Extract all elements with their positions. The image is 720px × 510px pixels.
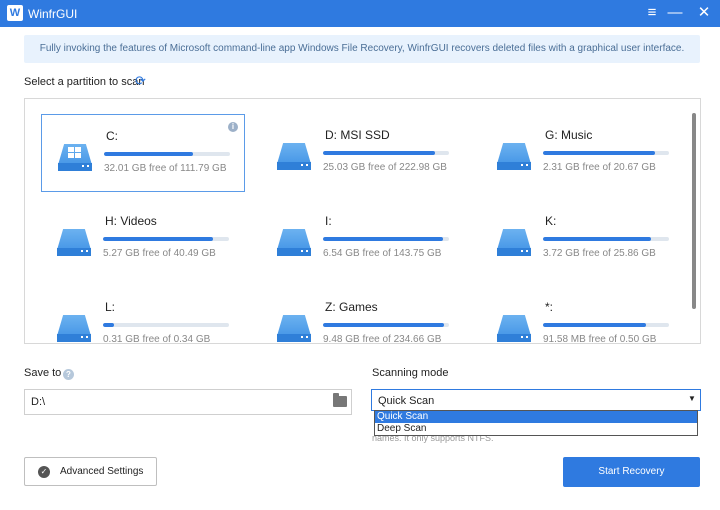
usage-fill [104, 152, 194, 156]
partition-card[interactable]: D: MSI SSD 25.03 GB free of 222.98 GB [261, 114, 465, 192]
scanning-mode-label: Scanning mode [372, 367, 449, 379]
drive-icon [277, 136, 311, 170]
partition-name: D: MSI SSD [325, 128, 390, 142]
partition-name: H: Videos [105, 214, 157, 228]
refresh-icon[interactable]: ⟳ [135, 74, 149, 88]
close-icon[interactable]: ✕ [692, 3, 716, 23]
minimize-icon[interactable]: — [663, 3, 687, 23]
check-circle-icon: ✓ [38, 466, 50, 478]
free-space: 91.58 MB free of 0.50 GB [543, 334, 657, 344]
usage-bar [323, 237, 449, 241]
usage-bar [103, 323, 229, 327]
partition-card[interactable]: Z: Games 9.48 GB free of 234.66 GB [261, 286, 465, 344]
partition-name: C: [106, 129, 118, 143]
scanning-mode-dropdown: Quick Scan Deep Scan [374, 410, 698, 436]
save-to-field[interactable] [24, 389, 352, 415]
free-space: 5.27 GB free of 40.49 GB [103, 248, 216, 259]
start-recovery-button[interactable]: Start Recovery [563, 457, 700, 487]
advanced-settings-label: Advanced Settings [60, 466, 144, 477]
app-logo-icon: W [7, 5, 23, 21]
partition-card[interactable]: i C: 32.01 GB free of 111.79 GB [41, 114, 245, 192]
drive-icon [58, 137, 92, 171]
chevron-down-icon[interactable]: ▼ [688, 394, 696, 403]
save-path-input[interactable] [25, 390, 325, 414]
partition-card[interactable]: L: 0.31 GB free of 0.34 GB [41, 286, 245, 344]
save-to-label: Save to [24, 367, 62, 379]
window-title: WinfrGUI [28, 7, 78, 21]
drive-icon [497, 222, 531, 256]
usage-fill [323, 323, 444, 327]
free-space: 32.01 GB free of 111.79 GB [104, 163, 227, 174]
partition-card[interactable]: *: 91.58 MB free of 0.50 GB [481, 286, 685, 344]
usage-fill [103, 323, 115, 327]
partition-card[interactable]: G: Music 2.31 GB free of 20.67 GB [481, 114, 685, 192]
option-quick-scan[interactable]: Quick Scan [375, 411, 697, 423]
partition-name: Z: Games [325, 300, 378, 314]
drive-icon [497, 136, 531, 170]
advanced-settings-button[interactable]: ✓ Advanced Settings [24, 457, 157, 486]
usage-fill [543, 237, 652, 241]
folder-icon[interactable] [333, 393, 347, 407]
usage-fill [543, 151, 656, 155]
usage-bar [543, 151, 669, 155]
partition-name: I: [325, 214, 332, 228]
usage-bar [543, 237, 669, 241]
partition-label: Select a partition to scan [24, 76, 145, 88]
drive-icon [497, 308, 531, 342]
info-icon[interactable]: i [228, 122, 238, 132]
usage-fill [543, 323, 647, 327]
partition-card[interactable]: I: 6.54 GB free of 143.75 GB [261, 200, 465, 278]
usage-bar [323, 151, 449, 155]
scanning-mode-select[interactable]: Quick Scan ▼ [371, 389, 701, 411]
free-space: 9.48 GB free of 234.66 GB [323, 334, 442, 344]
option-deep-scan[interactable]: Deep Scan [375, 423, 697, 435]
usage-fill [323, 151, 436, 155]
usage-bar [323, 323, 449, 327]
partition-card[interactable]: K: 3.72 GB free of 25.86 GB [481, 200, 685, 278]
partition-name: L: [105, 300, 116, 314]
usage-fill [323, 237, 443, 241]
info-banner: Fully invoking the features of Microsoft… [24, 35, 700, 63]
partition-scrollbar[interactable] [692, 113, 696, 309]
drive-icon [277, 222, 311, 256]
usage-fill [103, 237, 213, 241]
help-icon[interactable]: ? [63, 369, 74, 380]
usage-bar [103, 237, 229, 241]
usage-bar [543, 323, 669, 327]
drive-icon [57, 222, 91, 256]
title-bar: W WinfrGUI ≡ — ✕ [0, 0, 720, 27]
free-space: 2.31 GB free of 20.67 GB [543, 162, 656, 173]
partition-card[interactable]: H: Videos 5.27 GB free of 40.49 GB [41, 200, 245, 278]
drive-icon [277, 308, 311, 342]
menu-icon[interactable]: ≡ [640, 3, 664, 23]
windows-logo-icon [68, 147, 82, 159]
free-space: 25.03 GB free of 222.98 GB [323, 162, 447, 173]
partition-name: *: [545, 300, 554, 314]
free-space: 3.72 GB free of 25.86 GB [543, 248, 656, 259]
free-space: 6.54 GB free of 143.75 GB [323, 248, 442, 259]
partition-name: G: Music [545, 128, 593, 142]
partition-list: i C: 32.01 GB free of 111.79 GB D: MSI S… [24, 98, 701, 344]
usage-bar [104, 152, 230, 156]
partition-name: K: [545, 214, 557, 228]
selected-mode: Quick Scan [378, 395, 435, 407]
free-space: 0.31 GB free of 0.34 GB [103, 334, 211, 344]
drive-icon [57, 308, 91, 342]
